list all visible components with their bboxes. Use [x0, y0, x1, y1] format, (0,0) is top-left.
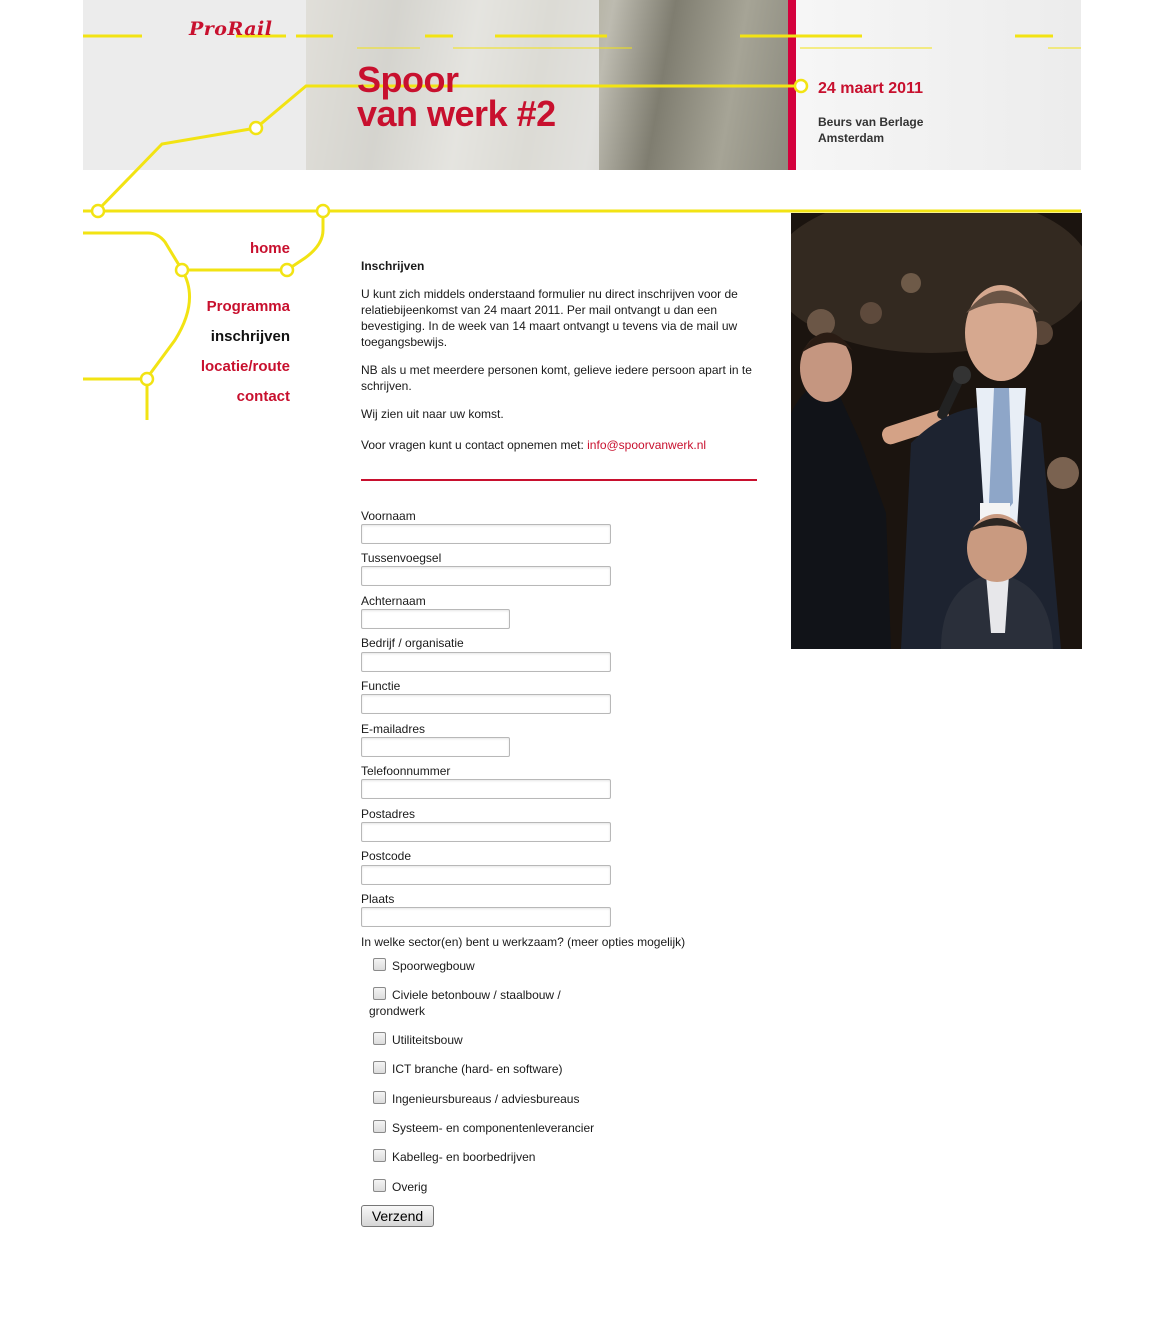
civiele-label: Civiele betonbouw / staalbouw / — [392, 988, 561, 1002]
kabel-label: Kabelleg- en boorbedrijven — [392, 1150, 536, 1164]
plaats-input[interactable] — [361, 907, 611, 927]
contact-prefix: Voor vragen kunt u contact opnemen met: — [361, 438, 588, 452]
ict-checkbox[interactable] — [373, 1061, 386, 1074]
tussenvoegsel-input[interactable] — [361, 566, 611, 586]
content-divider — [361, 479, 757, 481]
systeem-checkbox[interactable] — [373, 1120, 386, 1133]
ingenieurs-label: Ingenieursbureaus / adviesbureaus — [392, 1092, 580, 1106]
civiele-label-line2: grondwerk — [369, 1004, 426, 1018]
main-content: Inschrijven U kunt zich middels ondersta… — [361, 258, 759, 465]
nav-programma[interactable]: Programma — [207, 298, 290, 315]
prorail-logo[interactable]: ProRail — [189, 18, 272, 40]
venue-name: Beurs van Berlage — [818, 115, 924, 129]
bedrijf-label: Bedrijf / organisatie — [361, 636, 464, 650]
intro-paragraph: U kunt zich middels onderstaand formulie… — [361, 287, 738, 349]
contact-paragraph: Voor vragen kunt u contact opnemen met: … — [361, 437, 759, 453]
voornaam-label: Voornaam — [361, 509, 416, 523]
achternaam-input[interactable] — [361, 609, 510, 629]
venue-city: Amsterdam — [818, 131, 885, 145]
event-interview-photo — [791, 213, 1082, 649]
utiliteitsbouw-checkbox[interactable] — [373, 1032, 386, 1045]
kabel-checkbox[interactable] — [373, 1149, 386, 1162]
overig-checkbox[interactable] — [373, 1179, 386, 1192]
nav-home[interactable]: home — [250, 240, 290, 257]
functie-label: Functie — [361, 679, 401, 693]
email-input[interactable] — [361, 737, 510, 757]
contact-email-link[interactable]: info@spoorvanwerk.nl — [587, 438, 706, 452]
page-title: Inschrijven — [361, 259, 425, 273]
nav-contact[interactable]: contact — [237, 388, 290, 405]
interview-photo-illustration — [791, 213, 1082, 649]
ict-label: ICT branche (hard- en software) — [392, 1062, 563, 1076]
plaats-label: Plaats — [361, 892, 395, 906]
voornaam-input[interactable] — [361, 524, 611, 544]
email-label: E-mailadres — [361, 722, 426, 736]
telefoon-input[interactable] — [361, 779, 611, 799]
nav-inschrijven[interactable]: inschrijven — [211, 328, 290, 345]
postadres-label: Postadres — [361, 807, 416, 821]
systeem-label: Systeem- en componentenleverancier — [392, 1121, 595, 1135]
ingenieurs-checkbox[interactable] — [373, 1091, 386, 1104]
note-paragraph: NB als u met meerdere personen komt, gel… — [361, 363, 752, 393]
postcode-input[interactable] — [361, 865, 611, 885]
welcome-paragraph: Wij zien uit naar uw komst. — [361, 407, 504, 421]
telefoon-label: Telefoonnummer — [361, 764, 451, 778]
sector-question: In welke sector(en) bent u werkzaam? (me… — [361, 935, 686, 949]
civiele-checkbox[interactable] — [373, 987, 386, 1000]
bedrijf-input[interactable] — [361, 652, 611, 672]
achternaam-label: Achternaam — [361, 594, 426, 608]
submit-button[interactable]: Verzend — [361, 1205, 434, 1227]
spoorwegbouw-label: Spoorwegbouw — [392, 959, 475, 973]
postcode-label: Postcode — [361, 849, 412, 863]
event-date: 24 maart 2011 — [818, 80, 923, 97]
postadres-input[interactable] — [361, 822, 611, 842]
event-title-line2: van werk #2 — [357, 93, 556, 134]
overig-label: Overig — [392, 1180, 428, 1194]
nav-locatie-route[interactable]: locatie/route — [201, 358, 290, 375]
tussenvoegsel-label: Tussenvoegsel — [361, 551, 442, 565]
functie-input[interactable] — [361, 694, 611, 714]
spoorwegbouw-checkbox[interactable] — [373, 958, 386, 971]
utiliteitsbouw-label: Utiliteitsbouw — [392, 1033, 463, 1047]
